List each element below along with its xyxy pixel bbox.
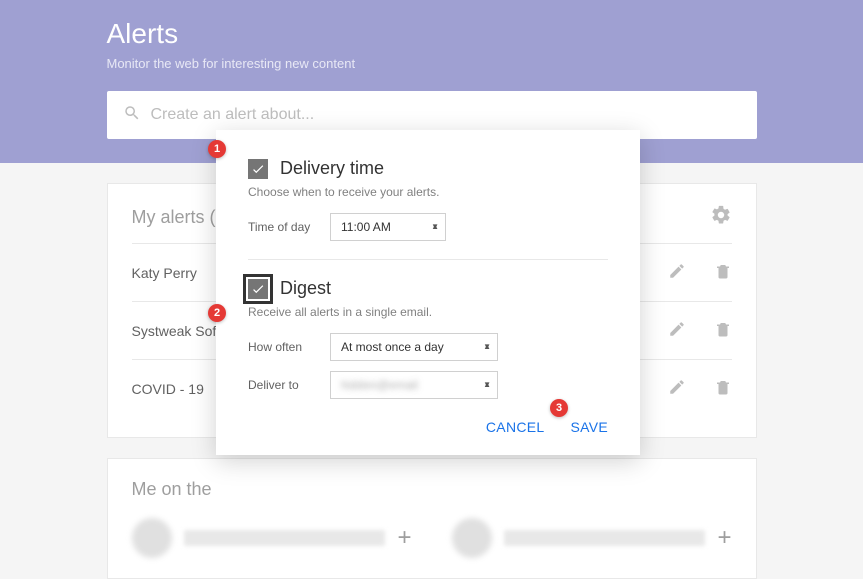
- divider: [248, 259, 608, 260]
- how-often-select[interactable]: At most once a day ▲▼: [330, 333, 498, 361]
- digest-section: Digest Receive all alerts in a single em…: [248, 278, 608, 399]
- trash-icon[interactable]: [714, 262, 732, 283]
- time-of-day-select[interactable]: 11:00 AM ▲▼: [330, 213, 446, 241]
- pencil-icon[interactable]: [668, 378, 686, 399]
- annotation-badge-1: 1: [208, 140, 226, 158]
- cancel-button[interactable]: CANCEL: [486, 419, 545, 435]
- trash-icon[interactable]: [714, 378, 732, 399]
- me-heading: Me on the: [132, 479, 732, 500]
- trash-icon[interactable]: [714, 320, 732, 341]
- time-of-day-label: Time of day: [248, 220, 330, 234]
- pencil-icon[interactable]: [668, 320, 686, 341]
- delivery-time-title: Delivery time: [280, 158, 384, 179]
- digest-subtitle: Receive all alerts in a single email.: [248, 305, 608, 319]
- time-of-day-value: 11:00 AM: [341, 220, 391, 234]
- me-on-web-card: Me on the + +: [107, 458, 757, 579]
- annotation-badge-2: 2: [208, 304, 226, 322]
- check-icon: [251, 162, 265, 176]
- delivery-time-checkbox[interactable]: [248, 159, 268, 179]
- page-subtitle: Monitor the web for interesting new cont…: [107, 56, 757, 71]
- delivery-time-section: Delivery time Choose when to receive you…: [248, 158, 608, 241]
- check-icon: [251, 282, 265, 296]
- annotation-badge-3: 3: [550, 399, 568, 417]
- avatar: [132, 518, 172, 558]
- alert-name: Katy Perry: [132, 265, 197, 281]
- alert-name: Systweak Soft: [132, 323, 221, 339]
- delivery-time-subtitle: Choose when to receive your alerts.: [248, 185, 608, 199]
- me-item: +: [452, 518, 732, 558]
- how-often-value: At most once a day: [341, 340, 444, 354]
- deliver-to-value: hidden@email: [341, 378, 418, 392]
- save-button[interactable]: SAVE: [570, 419, 608, 435]
- search-icon: [123, 104, 151, 127]
- settings-dialog: 1 Delivery time Choose when to receive y…: [216, 130, 640, 455]
- digest-checkbox[interactable]: [248, 279, 268, 299]
- alert-name: COVID - 19: [132, 381, 204, 397]
- me-item-label: [184, 530, 386, 546]
- how-often-label: How often: [248, 340, 330, 354]
- plus-icon[interactable]: +: [717, 524, 731, 552]
- me-item-label: [504, 530, 706, 546]
- digest-title: Digest: [280, 278, 331, 299]
- deliver-to-select[interactable]: hidden@email ▲▼: [330, 371, 498, 399]
- page-title: Alerts: [107, 18, 757, 50]
- plus-icon[interactable]: +: [397, 524, 411, 552]
- search-input[interactable]: [151, 106, 741, 124]
- me-item: +: [132, 518, 412, 558]
- pencil-icon[interactable]: [668, 262, 686, 283]
- deliver-to-label: Deliver to: [248, 378, 330, 392]
- gear-icon[interactable]: [710, 204, 732, 231]
- my-alerts-heading: My alerts (: [132, 207, 216, 228]
- avatar: [452, 518, 492, 558]
